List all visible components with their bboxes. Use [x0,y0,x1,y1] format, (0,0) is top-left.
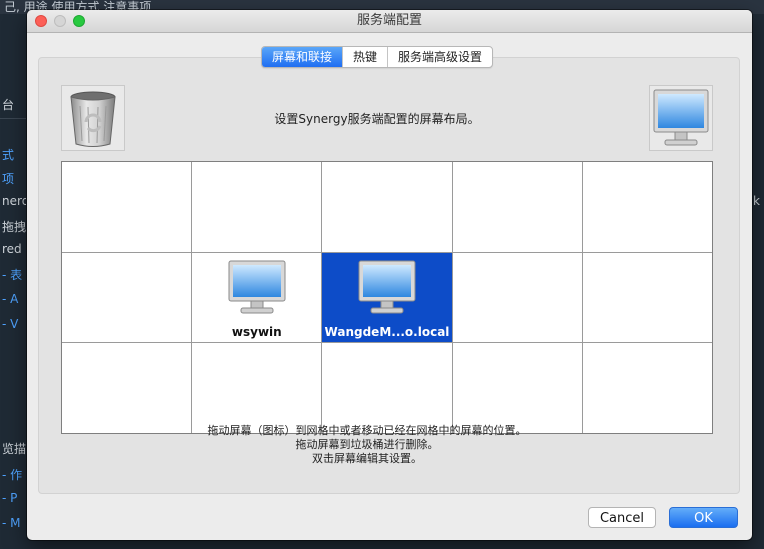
bg-fragment: red [2,242,22,256]
hint-line: 拖动屏幕（图标）到网格中或者移动已经在网格中的屏幕的位置。 [207,424,527,437]
grid-cell[interactable] [62,252,192,343]
bg-fragment: - V [2,317,19,331]
bg-fragment: nerd [2,194,26,208]
grid-cell[interactable] [452,162,582,252]
tab-advanced-server-settings[interactable]: 服务端高级设置 [388,47,492,67]
trash-drop-target[interactable] [61,85,125,151]
bg-fragment: - A [2,292,19,306]
screen-wangdem-local[interactable]: WangdeM...o.local [322,253,451,343]
background-editor-gutter: 台 式 项 nerd 拖拽 red - 表 - A - V 览描 - 作 - P… [0,14,26,549]
layout-description: 设置Synergy服务端配置的屏幕布局。 [274,112,480,126]
bg-fragment: 式 [2,148,15,162]
hint-line: 双击屏幕编辑其设置。 [312,452,422,465]
bg-fragment: - 作 [2,468,23,482]
grid-cell[interactable] [452,343,582,433]
monitor-icon [653,89,709,146]
grid-cell[interactable] [192,162,322,252]
grid-hints: 拖动屏幕（图标）到网格中或者移动已经在网格中的屏幕的位置。 拖动屏幕到垃圾桶进行… [147,424,587,466]
grid-cell[interactable] [322,162,452,252]
bg-fragment: k [753,194,760,208]
background-editor-bottom [0,540,764,549]
ok-button[interactable]: OK [669,507,738,528]
title-bar[interactable]: 服务端配置 [27,10,752,33]
bg-fragment: 台 [2,98,15,112]
bg-fragment: 览描 [2,442,26,456]
bg-fragment: - P [2,491,18,505]
background-editor-right: k [752,14,764,549]
bg-fragment: - 表 [2,268,23,282]
window-title: 服务端配置 [356,13,422,28]
bg-fragment: 拖拽 [2,220,26,234]
screen-name: wsywin [231,325,282,340]
tab-hotkeys[interactable]: 热键 [343,47,389,67]
bg-fragment: 项 [2,172,15,186]
grid-cell[interactable] [582,162,712,252]
monitor-icon [358,260,416,314]
new-screen-source[interactable] [649,85,713,151]
grid-cell[interactable] [62,343,192,433]
monitor-icon [228,260,286,314]
grid-cell[interactable] [582,343,712,433]
tab-screens-and-links[interactable]: 屏幕和联接 [262,47,344,67]
screen-name: WangdeM...o.local [324,325,450,340]
tab-bar: 屏幕和联接 热键 服务端高级设置 [261,46,494,68]
screen-wsywin[interactable]: wsywin [192,253,321,343]
grid-cell[interactable] [62,162,192,252]
grid-cell[interactable] [192,343,322,433]
grid-cell[interactable] [322,343,452,433]
grid-cell[interactable]: wsywin [192,252,322,343]
bg-fragment: - M [2,516,21,530]
trash-can-icon [70,91,116,147]
hint-line: 拖动屏幕到垃圾桶进行删除。 [295,438,439,451]
grid-cell[interactable] [582,252,712,343]
grid-cell[interactable] [452,252,582,343]
cancel-button[interactable]: Cancel [588,507,656,528]
screen-layout-grid[interactable]: wsywin WangdeM...o.local [61,161,713,434]
server-config-window: 服务端配置 屏幕和联接 热键 服务端高级设置 设置Synergy服务端配置的屏幕… [27,10,752,540]
grid-cell-selected[interactable]: WangdeM...o.local [322,252,452,343]
